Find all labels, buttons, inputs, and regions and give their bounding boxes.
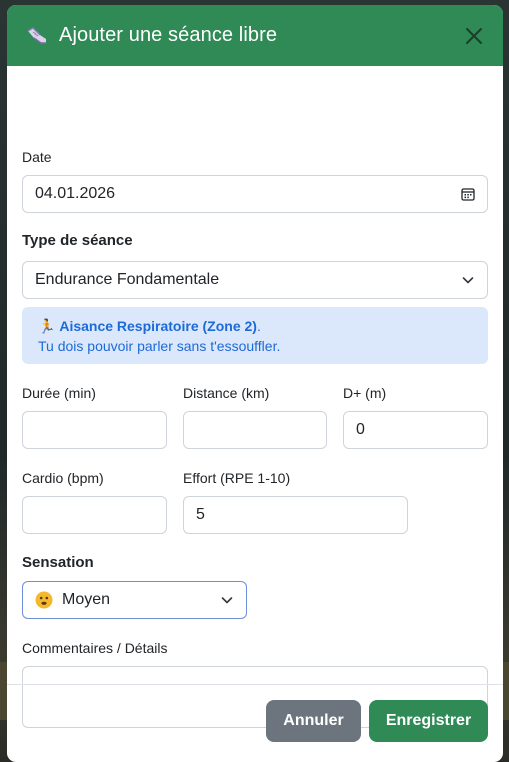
session-type-label: Type de séance — [22, 232, 133, 249]
feeling-select[interactable]: Moyen — [22, 581, 247, 619]
date-value: 04.01.2026 — [35, 185, 116, 202]
neutral-face-icon — [35, 591, 53, 609]
add-session-modal: Ajouter une séance libre Date 04.01.2026 — [7, 5, 503, 762]
save-button[interactable]: Enregistrer — [369, 700, 488, 742]
heart-rate-label: Cardio (bpm) — [22, 470, 104, 486]
zone-text: Aisance Respiratoire (Zone 2) — [59, 318, 257, 334]
session-type-value: Endurance Fondamentale — [35, 271, 220, 288]
chevron-down-icon — [220, 593, 234, 607]
footer-divider — [7, 684, 503, 685]
heart-rate-input[interactable] — [22, 496, 167, 534]
modal-title: Ajouter une séance libre — [59, 24, 278, 46]
chevron-down-icon — [461, 273, 475, 287]
date-input[interactable]: 04.01.2026 — [22, 175, 488, 213]
effort-label: Effort (RPE 1-10) — [183, 470, 291, 486]
effort-value: 5 — [196, 506, 205, 523]
distance-input[interactable] — [183, 411, 327, 449]
zone-info-box: 🏃 Aisance Respiratoire (Zone 2). Tu dois… — [22, 307, 488, 364]
elevation-input[interactable]: 0 — [343, 411, 488, 449]
close-icon — [466, 27, 482, 44]
cancel-button[interactable]: Annuler — [266, 700, 361, 742]
effort-input[interactable]: 5 — [183, 496, 408, 534]
runner-icon: 🏃 — [38, 318, 56, 334]
close-button[interactable] — [459, 21, 489, 51]
duration-label: Durée (min) — [22, 385, 96, 401]
zone-detail: Tu dois pouvoir parler sans t'essouffler… — [38, 338, 281, 354]
date-label: Date — [22, 149, 52, 165]
elevation-label: D+ (m) — [343, 385, 387, 401]
duration-input[interactable] — [22, 411, 167, 449]
comments-label: Commentaires / Détails — [22, 640, 168, 656]
zone-line: 🏃 Aisance Respiratoire (Zone 2). — [38, 316, 472, 336]
calendar-icon[interactable] — [461, 187, 475, 201]
elevation-value: 0 — [356, 421, 365, 438]
modal-header: Ajouter une séance libre — [7, 5, 503, 66]
distance-label: Distance (km) — [183, 385, 270, 401]
zone-suffix: . — [256, 318, 261, 334]
running-shoe-icon — [25, 24, 49, 48]
session-type-select[interactable]: Endurance Fondamentale — [22, 261, 488, 299]
feeling-value: Moyen — [62, 591, 111, 608]
feeling-label: Sensation — [22, 554, 94, 571]
